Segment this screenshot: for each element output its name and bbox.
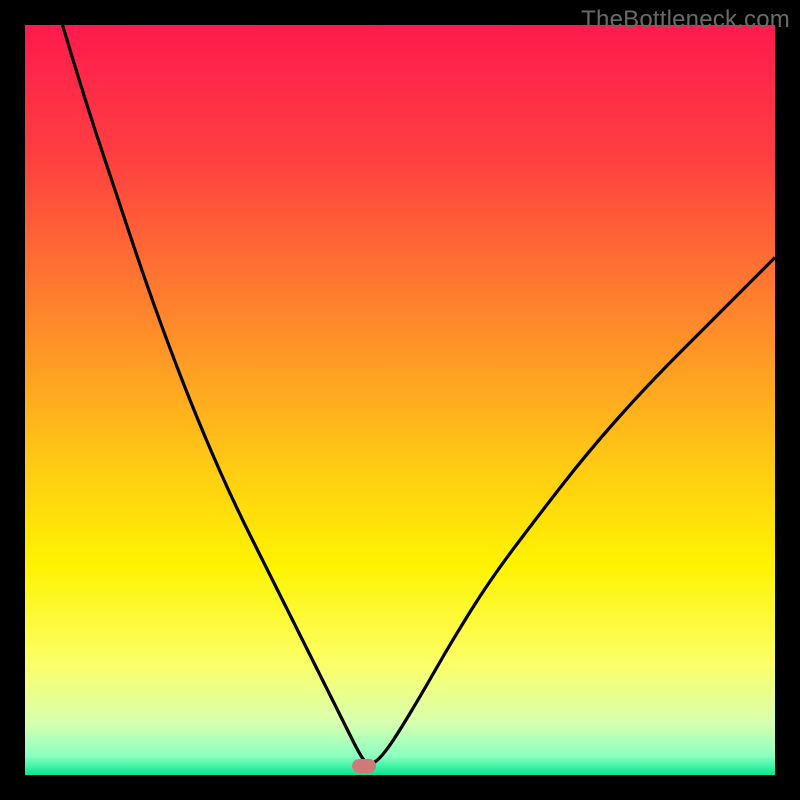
chart-svg — [25, 25, 775, 775]
chart-background — [25, 25, 775, 775]
watermark-text: TheBottleneck.com — [581, 6, 790, 34]
chart-plot-area — [25, 25, 775, 775]
optimum-marker — [352, 759, 376, 773]
